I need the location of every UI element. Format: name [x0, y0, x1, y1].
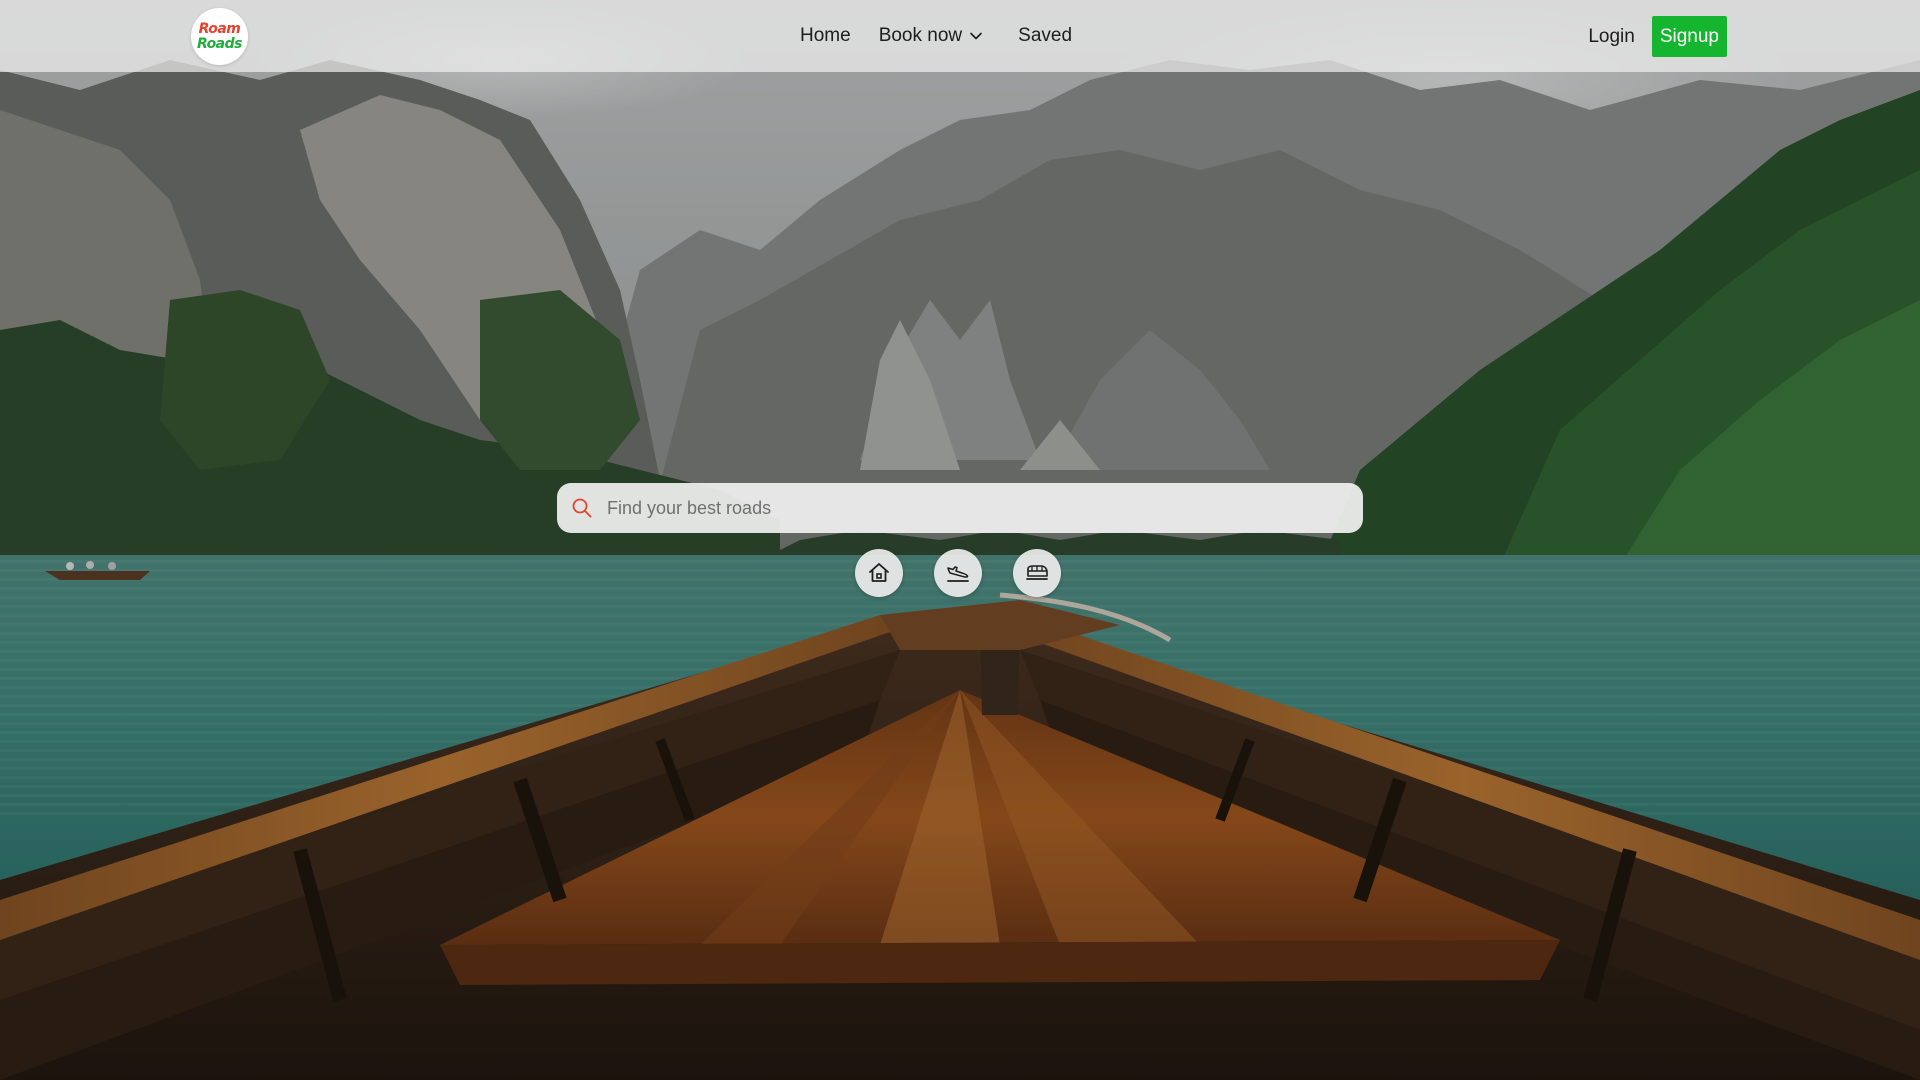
category-flight-button[interactable] [934, 549, 982, 597]
logo-text-roam: Roam [198, 20, 241, 37]
nav-book-now-label: Book now [878, 25, 963, 46]
nav-home-link[interactable]: Home [800, 25, 851, 47]
logo[interactable]: Roam Roads [191, 8, 248, 65]
plane-landing-icon [947, 566, 969, 582]
category-icons [855, 549, 1061, 597]
top-navbar: Roam Roads Home Book now Saved Login Sig… [0, 0, 1920, 72]
nav-links: Home Book now Saved [800, 0, 1072, 72]
login-button[interactable]: Login [1588, 26, 1635, 48]
search-input[interactable] [605, 496, 1363, 520]
auth-area: Login Signup [1588, 16, 1727, 57]
home-icon [869, 563, 889, 582]
hero-background-image [0, 0, 1920, 1080]
signup-button[interactable]: Signup [1651, 16, 1727, 57]
nav-book-now-dropdown[interactable]: Book now [879, 25, 983, 47]
category-home-button[interactable] [855, 549, 903, 597]
search-bar[interactable] [557, 483, 1363, 533]
bus-icon [1026, 565, 1048, 580]
nav-saved-link[interactable]: Saved [1018, 25, 1072, 47]
chevron-down-icon [970, 32, 982, 40]
category-bus-button[interactable] [1013, 549, 1061, 597]
search-icon [572, 498, 592, 518]
logo-text-roads: Roads [196, 35, 243, 52]
